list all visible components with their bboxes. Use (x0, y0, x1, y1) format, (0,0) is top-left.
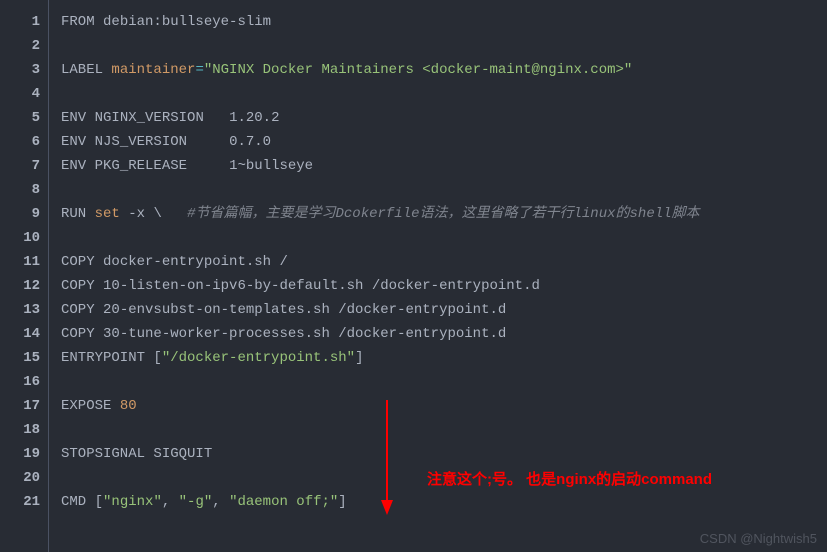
code-line: COPY docker-entrypoint.sh / (61, 250, 827, 274)
code-line: ENV NGINX_VERSION 1.20.2 (61, 106, 827, 130)
line-number: 5 (10, 106, 40, 130)
code-line (61, 418, 827, 442)
code-line (61, 34, 827, 58)
code-line: FROM debian:bullseye-slim (61, 10, 827, 34)
line-number: 8 (10, 178, 40, 202)
code-line: COPY 10-listen-on-ipv6-by-default.sh /do… (61, 274, 827, 298)
code-line: COPY 30-tune-worker-processes.sh /docker… (61, 322, 827, 346)
code-line (61, 226, 827, 250)
line-number: 1 (10, 10, 40, 34)
line-number: 21 (10, 490, 40, 514)
code-line: CMD ["nginx", "-g", "daemon off;"] (61, 490, 827, 514)
line-number: 17 (10, 394, 40, 418)
line-number: 13 (10, 298, 40, 322)
code-line: RUN set -x \ #节省篇幅，主要是学习Dcokerfile语法，这里省… (61, 202, 827, 226)
code-area[interactable]: FROM debian:bullseye-slim LABEL maintain… (49, 0, 827, 552)
line-number: 18 (10, 418, 40, 442)
line-number: 11 (10, 250, 40, 274)
code-line: ENV PKG_RELEASE 1~bullseye (61, 154, 827, 178)
annotation-text: 注意这个;号。 也是nginx的启动command (427, 468, 712, 489)
code-line: STOPSIGNAL SIGQUIT (61, 442, 827, 466)
code-line (61, 178, 827, 202)
code-line (61, 370, 827, 394)
line-number: 9 (10, 202, 40, 226)
code-line: LABEL maintainer="NGINX Docker Maintaine… (61, 58, 827, 82)
code-line: EXPOSE 80 (61, 394, 827, 418)
line-number: 16 (10, 370, 40, 394)
line-number: 10 (10, 226, 40, 250)
code-editor: 1 2 3 4 5 6 7 8 9 10 11 12 13 14 15 16 1… (0, 0, 827, 552)
code-line: ENTRYPOINT ["/docker-entrypoint.sh"] (61, 346, 827, 370)
line-number: 20 (10, 466, 40, 490)
line-number: 15 (10, 346, 40, 370)
line-number: 3 (10, 58, 40, 82)
line-number-gutter: 1 2 3 4 5 6 7 8 9 10 11 12 13 14 15 16 1… (0, 0, 49, 552)
line-number: 7 (10, 154, 40, 178)
code-line: COPY 20-envsubst-on-templates.sh /docker… (61, 298, 827, 322)
line-number: 19 (10, 442, 40, 466)
line-number: 12 (10, 274, 40, 298)
line-number: 6 (10, 130, 40, 154)
code-line (61, 82, 827, 106)
watermark-text: CSDN @Nightwish5 (700, 531, 817, 546)
line-number: 2 (10, 34, 40, 58)
line-number: 4 (10, 82, 40, 106)
line-number: 14 (10, 322, 40, 346)
code-line: ENV NJS_VERSION 0.7.0 (61, 130, 827, 154)
